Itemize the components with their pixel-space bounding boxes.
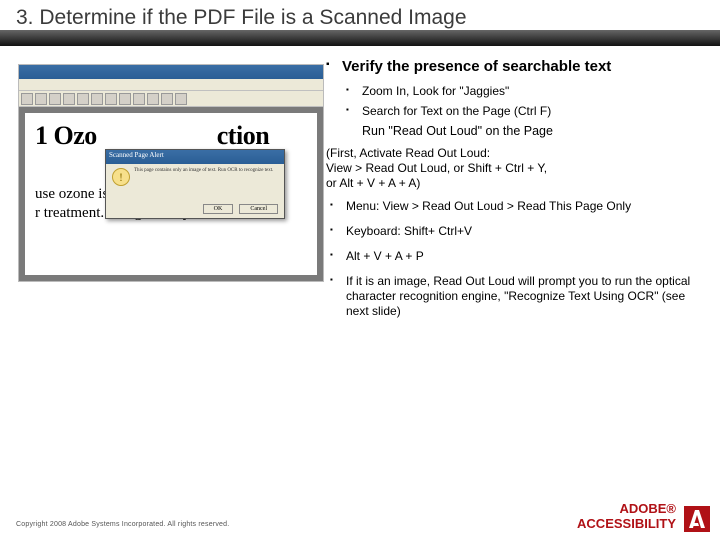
dialog-text: This page contains only an image of text… — [134, 168, 273, 186]
warning-icon: ! — [112, 168, 130, 186]
embedded-screenshot: 1 Ozoction use ozone is an unstable mole… — [18, 64, 324, 282]
lead-bullet: Verify the presence of searchable text Z… — [326, 58, 704, 118]
sub2-bullet-text: Menu: View > Read Out Loud > Read This P… — [346, 199, 631, 213]
content-area: 1 Ozoction use ozone is an unstable mole… — [0, 58, 720, 498]
dialog-body: ! This page contains only an image of te… — [106, 164, 284, 190]
sub-bullet-text: Zoom In, Look for "Jaggies" — [362, 84, 509, 98]
sub2-bullet: Alt + V + A + P — [326, 249, 704, 264]
cancel-button[interactable]: Cancel — [239, 204, 278, 214]
sub-bullet: Zoom In, Look for "Jaggies" — [342, 84, 704, 98]
second-sub-list: Menu: View > Read Out Loud > Read This P… — [326, 199, 704, 319]
sub2-bullet-text: Keyboard: Shift+ Ctrl+V — [346, 224, 472, 238]
sub-bullet-list: Zoom In, Look for "Jaggies" Search for T… — [342, 84, 704, 118]
orphan-line: Run "Read Out Loud" on the Page — [362, 124, 704, 138]
sub2-bullet: If it is an image, Read Out Loud will pr… — [326, 274, 704, 319]
app-menubar — [19, 79, 323, 91]
alert-dialog: Scanned Page Alert ! This page contains … — [105, 149, 285, 219]
title-gradient-bar — [0, 30, 720, 46]
copyright-text: Copyright 2008 Adobe Systems Incorporate… — [16, 521, 229, 528]
sub2-bullet: Menu: View > Read Out Loud > Read This P… — [326, 199, 704, 214]
app-titlebar — [19, 65, 323, 79]
sub-bullet-text: Search for Text on the Page (Ctrl F) — [362, 104, 551, 118]
page-heading-suffix: ction — [217, 121, 269, 150]
sub2-bullet: Keyboard: Shift+ Ctrl+V — [326, 224, 704, 239]
document-page: 1 Ozoction use ozone is an unstable mole… — [25, 113, 317, 275]
ok-button[interactable]: OK — [203, 204, 234, 214]
slide-title: 3. Determine if the PDF File is a Scanne… — [16, 6, 467, 30]
page-heading-prefix: 1 Ozo — [35, 121, 97, 150]
brand-text: ADOBE® ACCESSIBILITY — [577, 502, 676, 532]
document-viewport: 1 Ozoction use ozone is an unstable mole… — [19, 107, 323, 281]
sub-bullet: Search for Text on the Page (Ctrl F) — [342, 104, 704, 118]
page-heading: 1 Ozo ction — [35, 121, 307, 151]
left-column: 1 Ozoction use ozone is an unstable mole… — [0, 58, 320, 498]
right-column: Verify the presence of searchable text Z… — [320, 58, 720, 498]
sub2-bullet-text: Alt + V + A + P — [346, 249, 424, 263]
app-toolbar — [19, 91, 323, 107]
brand-line2: ACCESSIBILITY — [577, 517, 676, 532]
dialog-titlebar: Scanned Page Alert — [106, 150, 284, 164]
sub2-bullet-text: If it is an image, Read Out Loud will pr… — [346, 274, 690, 318]
brand-line1: ADOBE® — [577, 502, 676, 517]
footer: Copyright 2008 Adobe Systems Incorporate… — [0, 500, 720, 540]
lead-bullet-text: Verify the presence of searchable text — [342, 58, 704, 76]
adobe-logo-icon — [684, 506, 710, 532]
slide: 3. Determine if the PDF File is a Scanne… — [0, 0, 720, 540]
parenthetical-note: (First, Activate Read Out Loud: View > R… — [326, 146, 704, 191]
main-bullet-list: Verify the presence of searchable text Z… — [326, 58, 704, 118]
dialog-buttons: OK Cancel — [203, 204, 278, 214]
